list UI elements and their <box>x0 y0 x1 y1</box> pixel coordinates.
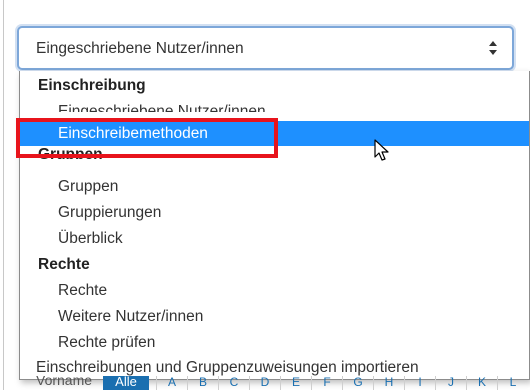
participants-select[interactable]: Eingeschriebene Nutzer/innen <box>17 26 514 70</box>
page-border <box>3 0 4 390</box>
filter-letter[interactable]: I <box>404 376 435 390</box>
option-gruppen[interactable]: Gruppen <box>20 174 529 200</box>
optgroup-rechte: Rechte <box>38 256 90 273</box>
filter-letter[interactable]: E <box>280 376 311 390</box>
annotation-highlight-box <box>16 118 278 158</box>
select-current-value: Eingeschriebene Nutzer/innen <box>36 40 244 57</box>
option-weitere-nutzer[interactable]: Weitere Nutzer/innen <box>20 304 529 330</box>
optgroup-einschreibung: Einschreibung <box>38 77 146 94</box>
filter-letter[interactable]: H <box>373 376 404 390</box>
option-gruppierungen[interactable]: Gruppierungen <box>20 200 529 226</box>
filter-letters: A B C D E F G H I J K L <box>156 376 528 390</box>
filter-letter[interactable]: J <box>435 376 466 390</box>
option-eingeschriebene-nutzer[interactable]: Eingeschriebene Nutzer/innen <box>20 99 529 112</box>
filter-letter[interactable]: F <box>311 376 342 390</box>
initials-filter-bar: Vorname Alle A B C D E F G H I J K L <box>0 376 530 390</box>
option-ueberblick[interactable]: Überblick <box>20 226 529 252</box>
filter-letter[interactable]: C <box>218 376 249 390</box>
option-rechte[interactable]: Rechte <box>20 278 529 304</box>
filter-letter[interactable]: D <box>249 376 280 390</box>
filter-letter[interactable]: G <box>342 376 373 390</box>
filter-all-button[interactable]: Alle <box>103 376 149 390</box>
filter-label: Vorname <box>36 376 93 388</box>
filter-letter[interactable]: B <box>187 376 218 390</box>
filter-letter[interactable]: L <box>497 376 528 390</box>
mouse-cursor-icon <box>374 139 389 161</box>
filter-letter[interactable]: A <box>156 376 187 390</box>
option-rechte-pruefen[interactable]: Rechte prüfen <box>20 330 529 356</box>
select-arrows-icon <box>489 41 497 55</box>
filter-letter[interactable]: K <box>466 376 497 390</box>
